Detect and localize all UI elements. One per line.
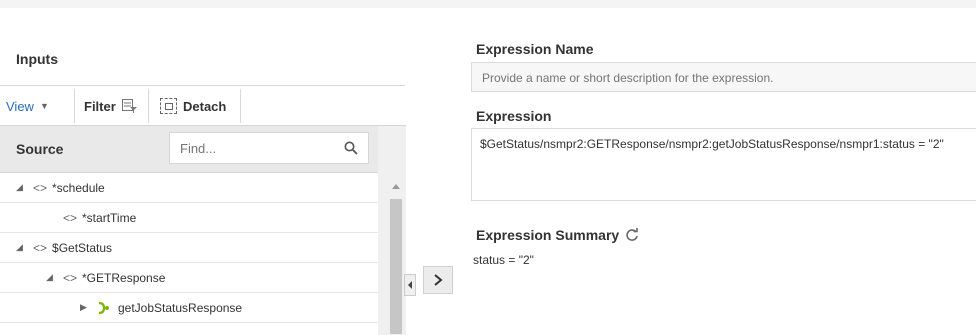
expression-name-label: Expression Name [476,41,594,57]
filter-button[interactable]: Filter [84,87,138,125]
expression-label: Expression [476,108,552,124]
chevron-down-icon: ▼ [39,101,49,111]
tree-row[interactable]: ◢ <> *GETResponse [0,263,378,293]
expression-summary-label: Expression Summary [476,227,620,243]
find-field[interactable] [169,132,369,164]
detach-icon [160,98,177,114]
expanded-triangle-icon[interactable]: ◢ [16,242,28,253]
tree-scrollbar[interactable] [388,178,404,334]
inputs-title: Inputs [16,51,58,67]
top-band [0,0,976,8]
element-icon: <> [33,240,48,255]
tree-row[interactable]: ◢ <> *schedule [0,173,378,203]
expression-name-field[interactable] [471,62,976,92]
insert-into-expression-button[interactable] [423,266,453,294]
refresh-icon[interactable] [625,228,639,242]
expression-panel: Expression Name Expression $GetStatus/ns… [471,8,976,326]
expression-summary-heading: Expression Summary [476,227,639,243]
divider [240,89,241,123]
element-icon: <> [33,180,48,195]
choice-icon [98,301,109,314]
view-label: View [6,98,34,114]
detach-label: Detach [183,98,227,114]
search-icon[interactable] [344,141,358,155]
divider [0,85,405,86]
source-label: Source [16,141,64,157]
collapsed-triangle-icon[interactable]: ▶ [80,302,92,313]
element-icon: <> [63,210,78,225]
divider [148,89,149,123]
expanded-triangle-icon[interactable]: ◢ [16,182,28,193]
tree-item-label: *schedule [52,180,105,195]
tree-item-label: *GETResponse [82,270,166,285]
view-menu[interactable]: View ▼ [6,87,49,125]
inputs-panel: Inputs View ▼ Filter Detach Source Find.… [0,8,460,335]
expression-editor[interactable]: $GetStatus/nsmpr2:GETResponse/nsmpr2:get… [471,128,976,201]
tree-item-label: $GetStatus [52,240,113,255]
find-input[interactable] [178,140,322,157]
inputs-toolbar: View ▼ Filter Detach [0,87,405,125]
tree-row[interactable]: ◢ <> $GetStatus [0,233,378,263]
scroll-up-icon[interactable] [392,184,400,189]
divider [74,89,75,123]
expression-summary-value: status = "2" [473,253,534,267]
expanded-triangle-icon[interactable]: ◢ [46,272,58,283]
chevron-right-icon [434,274,443,286]
tree-row[interactable]: <> *startTime [0,203,378,233]
source-header: Source [0,125,378,173]
filter-label: Filter [84,98,116,114]
tree-item-label: *startTime [82,210,137,225]
detach-button[interactable]: Detach [160,87,226,125]
source-tree: ◢ <> *schedule <> *startTime ◢ <> $GetSt… [0,173,378,323]
collapse-panel-button[interactable] [404,274,416,296]
expression-name-input[interactable] [480,70,964,86]
scroll-thumb[interactable] [390,199,402,334]
expression-text[interactable]: $GetStatus/nsmpr2:GETResponse/nsmpr2:get… [480,137,944,151]
tree-item-label: getJobStatusResponse [118,300,243,315]
tree-row[interactable]: ▶ getJobStatusResponse [0,293,378,323]
element-icon: <> [63,270,78,285]
filter-icon [121,99,138,113]
